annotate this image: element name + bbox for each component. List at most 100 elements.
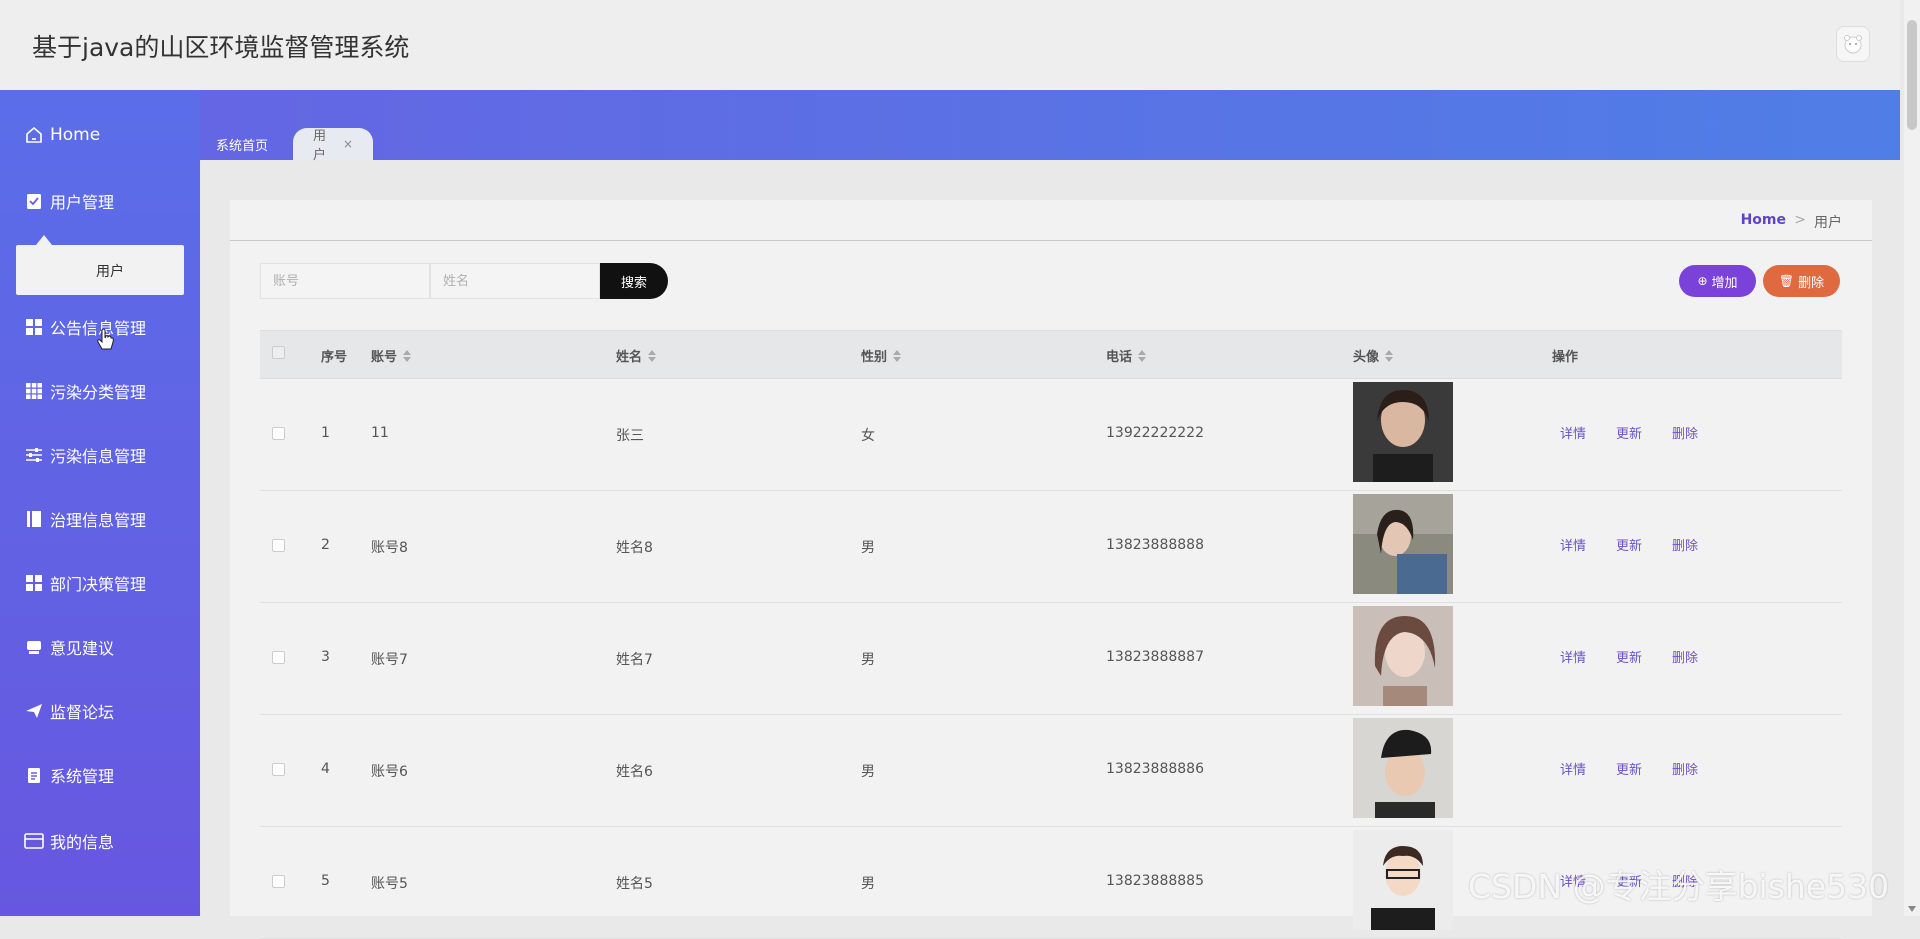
sidebar-item-forum[interactable]: 监督论坛: [24, 694, 114, 728]
grid-nine-icon: [24, 381, 44, 401]
sort-icon[interactable]: [403, 349, 412, 362]
sidebar-item-my-info[interactable]: 我的信息: [24, 824, 114, 858]
sidebar-item-decision[interactable]: 部门决策管理: [24, 566, 146, 600]
cell-index: 3: [321, 649, 330, 665]
sidebar-item-label: Home: [50, 125, 101, 145]
sort-icon[interactable]: [1138, 349, 1147, 362]
col-gender[interactable]: 性别: [861, 346, 902, 365]
scrollbar-thumb[interactable]: [1907, 20, 1917, 130]
detail-link[interactable]: 详情: [1560, 535, 1586, 554]
account-search-input[interactable]: [260, 263, 430, 299]
sidebar-item-system[interactable]: 系统管理: [24, 758, 114, 792]
name-search-input[interactable]: [430, 263, 600, 299]
sidebar-item-pollution-info[interactable]: 污染信息管理: [24, 438, 146, 472]
bear-avatar-icon: [1844, 35, 1862, 54]
update-link[interactable]: 更新: [1616, 647, 1642, 666]
sort-icon[interactable]: [1385, 349, 1394, 362]
sidebar-item-pollution-category[interactable]: 污染分类管理: [24, 374, 146, 408]
update-link[interactable]: 更新: [1616, 423, 1642, 442]
close-icon[interactable]: ×: [343, 137, 353, 151]
delete-link[interactable]: 删除: [1672, 423, 1698, 442]
cell-gender: 女: [861, 428, 875, 444]
delete-link[interactable]: 删除: [1672, 647, 1698, 666]
sidebar-item-label: 污染信息管理: [50, 447, 147, 466]
col-phone[interactable]: 电话: [1106, 346, 1147, 365]
sidebar-item-notice[interactable]: 公告信息管理: [24, 310, 146, 344]
tab-user[interactable]: 用户 ×: [293, 128, 373, 163]
sliders-icon: [24, 445, 44, 465]
col-account[interactable]: 账号: [371, 346, 412, 365]
submenu-item-user[interactable]: 用户: [96, 261, 124, 281]
cell-name: 姓名6: [616, 764, 653, 780]
grid-icon: [24, 317, 44, 337]
user-avatar[interactable]: [1836, 26, 1870, 62]
table-header: 序号 账号 姓名 性别 电话 头像 操作: [260, 330, 1842, 379]
cell-index: 5: [321, 873, 330, 889]
sidebar-item-label: 治理信息管理: [50, 511, 147, 530]
table-row: 1 11 张三 女 13922222222 详情 更新 删除: [260, 379, 1842, 491]
table-row: 2 账号8 姓名8 男 13823888888 详情 更新 删除: [260, 491, 1842, 603]
avatar-photo: [1353, 830, 1453, 930]
cell-index: 4: [321, 761, 330, 777]
row-checkbox[interactable]: [272, 875, 285, 892]
card-icon: [24, 831, 44, 851]
breadcrumb-home[interactable]: Home: [1741, 212, 1786, 228]
cell-account: 账号6: [371, 764, 408, 780]
cell-gender: 男: [861, 876, 875, 892]
delete-link[interactable]: 删除: [1672, 759, 1698, 778]
detail-link[interactable]: 详情: [1560, 647, 1586, 666]
add-button[interactable]: ⊕ 增加: [1679, 265, 1756, 297]
sidebar-item-label: 监督论坛: [50, 703, 115, 722]
cell-phone: 13823888887: [1106, 649, 1204, 665]
paper-plane-icon: [24, 701, 44, 721]
sort-icon[interactable]: [893, 349, 902, 362]
scroll-down-icon[interactable]: [1908, 906, 1916, 912]
sidebar-item-governance[interactable]: 治理信息管理: [24, 502, 146, 536]
cell-account: 账号5: [371, 876, 408, 892]
sidebar-item-suggestions[interactable]: 意见建议: [24, 630, 114, 664]
cell-phone: 13823888888: [1106, 537, 1204, 553]
cell-gender: 男: [861, 652, 875, 668]
sidebar-item-home[interactable]: Home: [24, 118, 100, 152]
row-checkbox[interactable]: [272, 651, 285, 668]
avatar-photo: [1353, 606, 1453, 706]
row-checkbox[interactable]: [272, 539, 285, 556]
grid-icon: [24, 573, 44, 593]
row-checkbox[interactable]: [272, 427, 285, 444]
cell-account: 账号7: [371, 652, 408, 668]
submenu-user[interactable]: 用户: [16, 235, 184, 295]
col-label: 性别: [861, 350, 888, 365]
sidebar-item-label: 部门决策管理: [50, 575, 147, 594]
scrollbar[interactable]: [1904, 0, 1920, 916]
update-link[interactable]: 更新: [1616, 535, 1642, 554]
select-all-checkbox[interactable]: [272, 346, 285, 359]
sidebar-item-label: 用户管理: [50, 193, 115, 212]
tab-home[interactable]: 系统首页: [200, 128, 307, 160]
cell-phone: 13823888885: [1106, 873, 1204, 889]
trash-icon: 🗑: [1778, 274, 1795, 288]
col-avatar[interactable]: 头像: [1353, 346, 1394, 365]
delete-link[interactable]: 删除: [1672, 535, 1698, 554]
cell-name: 姓名5: [616, 876, 653, 892]
top-header: 基于java的山区环境监督管理系统: [0, 0, 1900, 90]
cell-name: 张三: [616, 428, 644, 444]
sidebar: Home 用户管理 公告信息管理 污染分类管理 污染信息管理 治理信息管理 部门…: [0, 90, 200, 916]
row-checkbox[interactable]: [272, 763, 285, 780]
delete-button[interactable]: 🗑 删除: [1763, 265, 1840, 297]
cell-gender: 男: [861, 764, 875, 780]
sort-icon[interactable]: [648, 349, 657, 362]
detail-link[interactable]: 详情: [1560, 759, 1586, 778]
sidebar-item-label: 污染分类管理: [50, 383, 147, 402]
detail-link[interactable]: 详情: [1560, 423, 1586, 442]
update-link[interactable]: 更新: [1616, 759, 1642, 778]
tab-label: 系统首页: [216, 138, 269, 154]
cell-phone: 13922222222: [1106, 425, 1204, 441]
watermark: CSDN @专注分享bishe530: [1468, 867, 1890, 906]
breadcrumb: Home > 用户: [230, 200, 1872, 241]
sidebar-item-user-management[interactable]: 用户管理: [24, 184, 114, 218]
col-name[interactable]: 姓名: [616, 346, 657, 365]
cell-account: 账号8: [371, 540, 408, 556]
cell-account: 11: [371, 425, 389, 441]
table-row: 3 账号7 姓名7 男 13823888887 详情 更新 删除: [260, 603, 1842, 715]
search-button[interactable]: 搜索: [600, 263, 668, 299]
